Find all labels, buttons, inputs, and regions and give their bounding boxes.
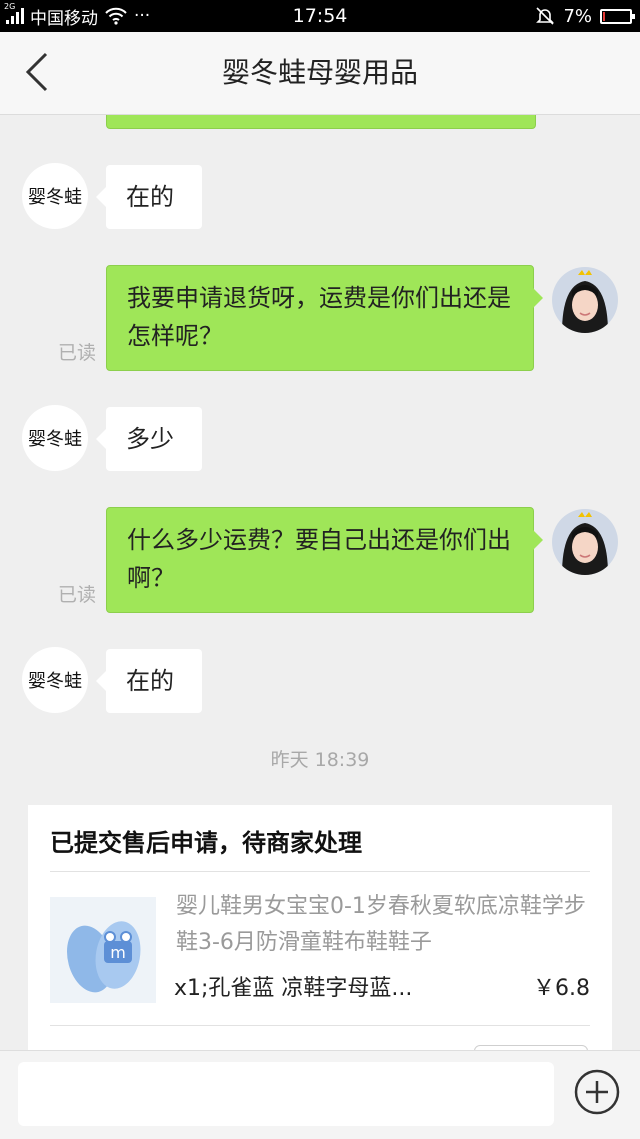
after-sales-card[interactable]: 已提交售后申请，待商家处理 m 婴儿鞋男女宝宝0-1岁春秋夏软底凉鞋学步鞋3-6…: [28, 805, 612, 1050]
user-avatar[interactable]: [552, 267, 618, 333]
product-thumbnail[interactable]: m: [50, 897, 156, 1003]
shop-avatar[interactable]: 婴冬蛙: [22, 405, 88, 471]
message-text: 在的: [126, 183, 174, 211]
user-photo: [552, 509, 618, 575]
read-receipt: 已读: [58, 584, 97, 606]
message-text: 在的: [126, 667, 174, 695]
page-title: 婴冬蛙母婴用品: [221, 56, 418, 89]
message-bubble-incoming[interactable]: 多少: [96, 407, 202, 471]
mute-bell-icon: [536, 7, 555, 25]
shop-avatar[interactable]: 婴冬蛙: [22, 647, 88, 713]
message-input[interactable]: [18, 1062, 554, 1126]
message-bubble-partial: [106, 115, 536, 129]
message-bubble-incoming[interactable]: 在的: [96, 649, 202, 713]
user-avatar[interactable]: [552, 509, 618, 575]
message-text: 什么多少运费？要自己出还是你们出啊？: [127, 526, 511, 592]
product-name[interactable]: 婴儿鞋男女宝宝0-1岁春秋夏软底凉鞋学步鞋3-6月防滑童鞋布鞋鞋子: [176, 889, 586, 961]
message-bubble-outgoing[interactable]: 我要申请退货呀，运费是你们出还是怎样呢？: [106, 265, 543, 371]
product-price: ￥6.8: [533, 976, 590, 1001]
shop-avatar-text: 婴冬蛙: [28, 671, 82, 692]
battery-icon: [600, 8, 635, 24]
shop-avatar[interactable]: 婴冬蛙: [22, 163, 88, 229]
svg-text:m: m: [110, 943, 126, 962]
divider: [50, 1025, 590, 1026]
read-receipt: 已读: [58, 342, 97, 364]
message-text: 多少: [126, 425, 174, 453]
plus-circle-icon[interactable]: [574, 1069, 620, 1115]
product-spec: x1;孔雀蓝 凉鞋字母蓝...: [174, 976, 413, 1001]
user-photo: [552, 267, 618, 333]
message-text: 我要申请退货呀，运费是你们出还是怎样呢？: [127, 284, 511, 350]
status-right: 7%: [535, 0, 635, 32]
shop-avatar-text: 婴冬蛙: [28, 187, 82, 208]
shop-avatar-text: 婴冬蛙: [28, 429, 82, 450]
card-title: 已提交售后申请，待商家处理: [50, 829, 362, 857]
battery-level: [603, 11, 605, 21]
divider: [50, 871, 590, 872]
nav-bar: 婴冬蛙母婴用品: [0, 32, 640, 115]
status-bar: 2G 中国移动 ··· 17:54 7%: [0, 0, 640, 32]
chat-area[interactable]: 婴冬蛙 在的 已读 我要申请退货呀，运费是你们出还是怎样呢？ 婴冬蛙 多少 已读…: [0, 115, 640, 1050]
message-timestamp: 昨天 18:39: [270, 749, 370, 771]
battery-percent: 7%: [563, 5, 592, 27]
message-bubble-outgoing[interactable]: 什么多少运费？要自己出还是你们出啊？: [106, 507, 543, 613]
message-bubble-incoming[interactable]: 在的: [96, 165, 202, 229]
input-bar: [0, 1050, 640, 1139]
